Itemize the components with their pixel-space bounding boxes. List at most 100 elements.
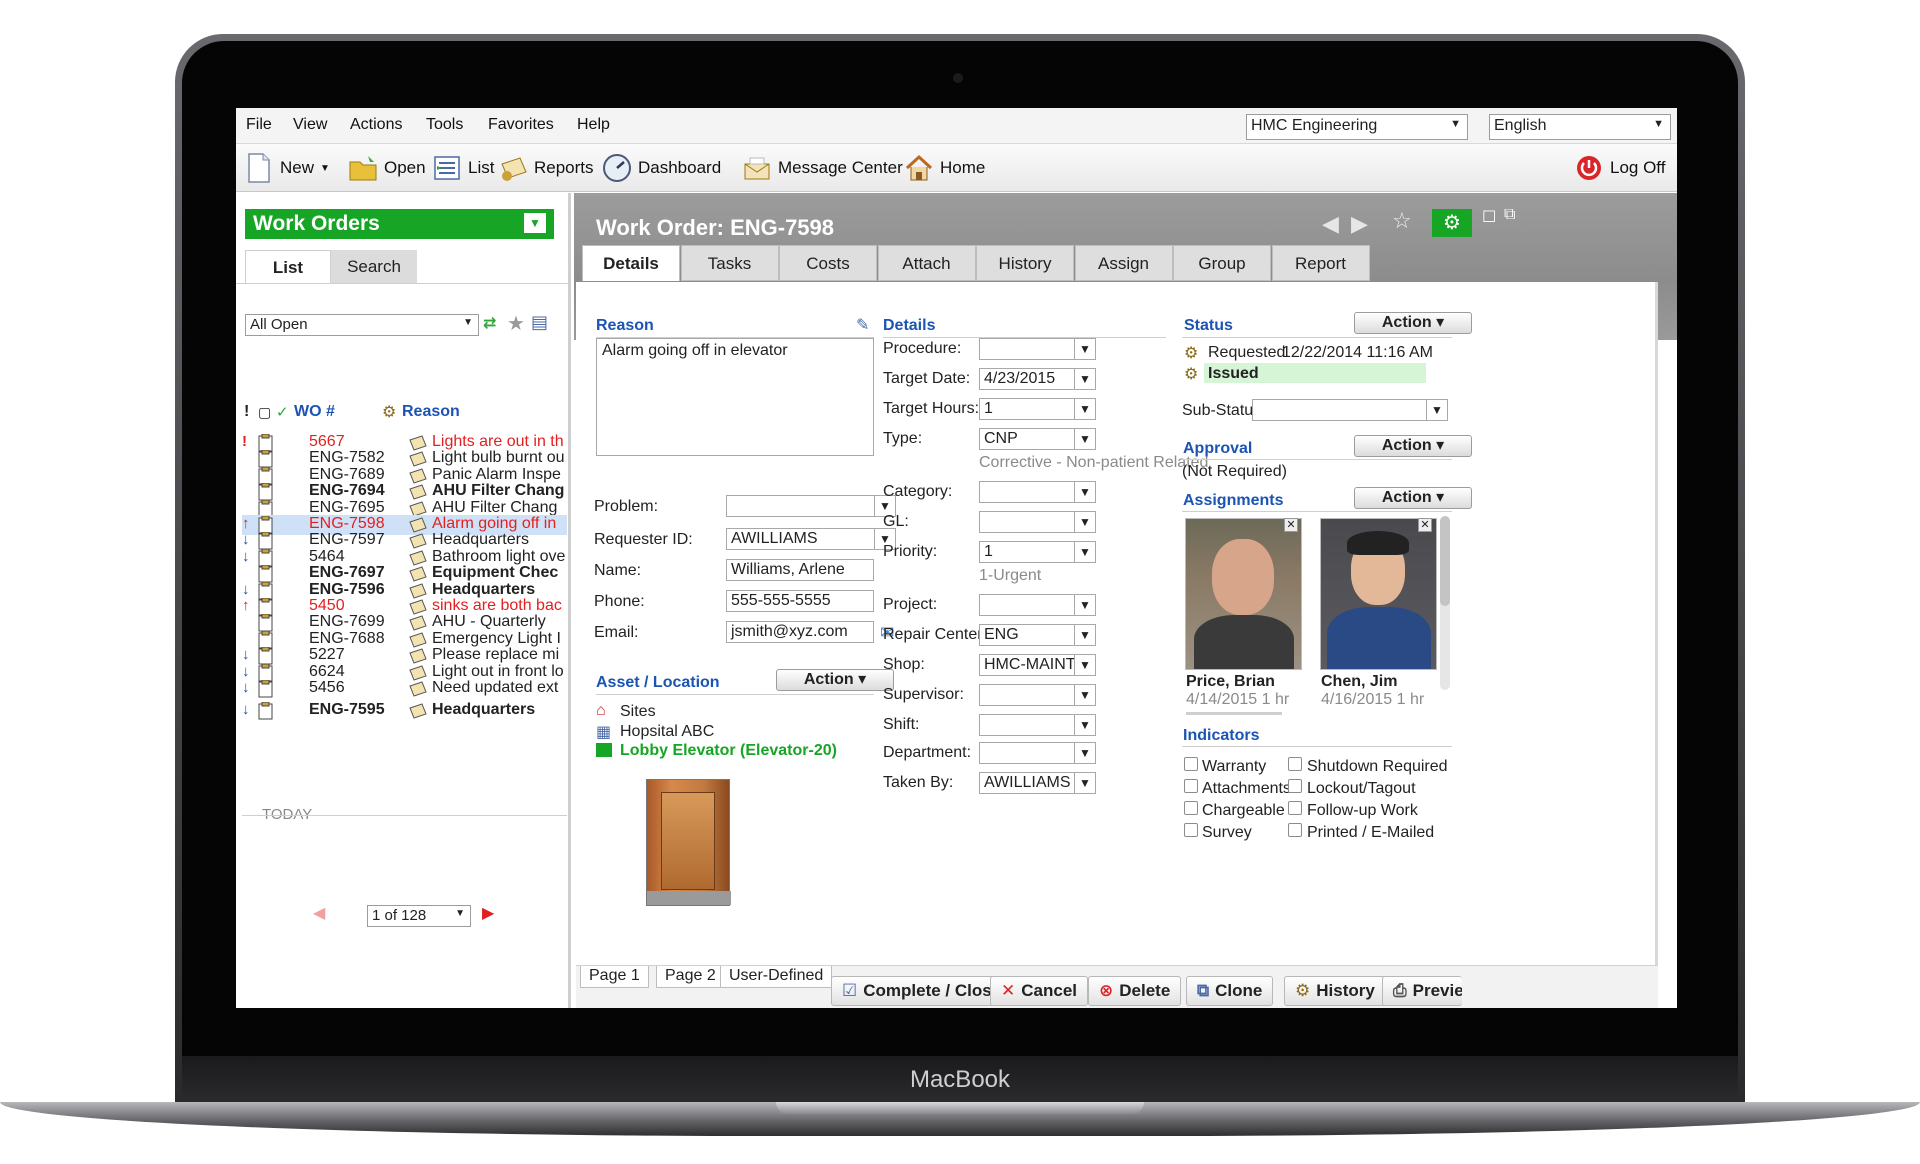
message-center-button[interactable]: Message Center (742, 152, 903, 184)
page-tab-2[interactable]: Page 2 (656, 966, 725, 988)
filter-icon[interactable]: ▤ (531, 312, 548, 333)
complete-close-button[interactable]: ☑ Complete / Close (831, 976, 1013, 1006)
department-input[interactable] (979, 742, 1075, 764)
popout-icon[interactable]: ⧉ (1504, 206, 1515, 224)
priority-input[interactable]: 1 (979, 541, 1075, 563)
maximize-icon[interactable]: ☐ (1482, 207, 1496, 227)
preview-button[interactable]: ⎙ Previe (1382, 976, 1462, 1006)
assignee-photo-jim[interactable] (1320, 518, 1437, 670)
chevron-down-icon[interactable]: ▼ (1074, 338, 1096, 360)
work-orders-header[interactable]: Work Orders ▼ (245, 209, 554, 239)
gl-input[interactable] (979, 511, 1075, 533)
refresh-icon[interactable]: ⇄ (483, 313, 496, 333)
shift-input[interactable] (979, 714, 1075, 736)
repair-center-input[interactable]: ENG (979, 624, 1075, 646)
phone-input[interactable]: 555-555-5555 (726, 590, 874, 612)
tab-tasks[interactable]: Tasks (680, 245, 779, 281)
indicator-checkbox[interactable] (1184, 779, 1198, 793)
assignee-photo-brian[interactable] (1185, 518, 1302, 670)
indicator-checkbox[interactable] (1288, 779, 1302, 793)
chevron-down-icon[interactable]: ▼ (1074, 398, 1096, 420)
reports-button[interactable]: Reports (498, 152, 594, 184)
indicator-checkbox[interactable] (1288, 757, 1302, 771)
site-label[interactable]: Hopsital ABC (620, 723, 714, 741)
tab-assign[interactable]: Assign (1074, 245, 1173, 281)
list-filter-select[interactable]: All Open ▼ (245, 314, 479, 336)
tab-costs[interactable]: Costs (779, 245, 877, 281)
indicator-checkbox[interactable] (1184, 801, 1198, 815)
approval-action-button[interactable]: Action ▾ (1354, 435, 1472, 457)
category-input[interactable] (979, 481, 1075, 503)
chevron-down-icon[interactable]: ▼ (524, 213, 546, 233)
indicator-checkbox[interactable] (1288, 801, 1302, 815)
sites-label[interactable]: Sites (620, 703, 656, 721)
home-button[interactable]: Home (904, 152, 985, 184)
delete-button[interactable]: ⊗ Delete (1088, 976, 1182, 1006)
work-order-row[interactable]: ↓ 5456 Need updated ext (242, 679, 567, 699)
chevron-down-icon[interactable]: ▼ (1074, 481, 1096, 503)
chevron-down-icon[interactable]: ▼ (1074, 368, 1096, 390)
open-button[interactable]: Open (348, 152, 426, 184)
previous-record-icon[interactable]: ◀ (1322, 211, 1339, 237)
chevron-down-icon[interactable]: ▼ (1074, 772, 1096, 794)
clone-button[interactable]: ⧉ Clone (1186, 976, 1274, 1006)
shop-input[interactable]: HMC-MAINT-SH (979, 654, 1075, 676)
menu-tools[interactable]: Tools (426, 116, 463, 134)
reason-textarea[interactable]: Alarm going off in elevator (596, 338, 874, 456)
type-input[interactable]: CNP (979, 428, 1075, 450)
tab-list[interactable]: List (245, 250, 331, 284)
chevron-down-icon[interactable]: ▼ (1074, 742, 1096, 764)
tab-history[interactable]: History (976, 245, 1074, 281)
menu-favorites[interactable]: Favorites (488, 116, 554, 134)
settings-gear-icon[interactable]: ⚙ (1432, 209, 1472, 237)
chevron-down-icon[interactable]: ▼ (1074, 684, 1096, 706)
spell-check-icon[interactable]: ✎ (856, 315, 869, 335)
company-select[interactable]: HMC Engineering ▼ (1246, 114, 1468, 140)
project-input[interactable] (979, 594, 1075, 616)
chevron-down-icon[interactable]: ▼ (1074, 541, 1096, 563)
work-order-row[interactable]: ↓ ENG-7595 Headquarters (242, 701, 567, 721)
target-hours-input[interactable]: 1 (979, 398, 1075, 420)
tab-details[interactable]: Details (582, 245, 680, 281)
menu-view[interactable]: View (293, 116, 327, 134)
chevron-down-icon[interactable]: ▼ (1074, 654, 1096, 676)
logoff-button[interactable]: Log Off (1574, 152, 1665, 184)
name-input[interactable]: Williams, Arlene (726, 559, 874, 581)
favorite-star-icon[interactable]: ☆ (1392, 208, 1412, 234)
page-select[interactable]: 1 of 128 ▼ (367, 905, 471, 927)
tab-group[interactable]: Group (1173, 245, 1271, 281)
next-page-icon[interactable]: ▶ (482, 903, 494, 923)
next-record-icon[interactable]: ▶ (1351, 211, 1368, 237)
target-date-input[interactable]: 4/23/2015 (979, 368, 1075, 390)
indicator-checkbox[interactable] (1288, 823, 1302, 837)
column-reason[interactable]: Reason (402, 403, 460, 421)
chevron-down-icon[interactable]: ▼ (1074, 428, 1096, 450)
menu-file[interactable]: File (246, 116, 272, 134)
indicator-checkbox[interactable] (1184, 757, 1198, 771)
chevron-down-icon[interactable]: ▼ (1426, 399, 1448, 421)
page-tab-1[interactable]: Page 1 (580, 966, 649, 988)
column-wo-number[interactable]: WO # (294, 403, 335, 421)
page-tab-user-defined[interactable]: User-Defined (720, 966, 833, 988)
taken-by-input[interactable]: AWILLIAMS (979, 772, 1075, 794)
problem-input[interactable] (726, 495, 896, 517)
cancel-button[interactable]: ✕ Cancel (990, 976, 1088, 1006)
asset-action-button[interactable]: Action ▾ (776, 669, 894, 691)
assignments-scrollbar[interactable] (1440, 516, 1450, 690)
menu-actions[interactable]: Actions (350, 116, 402, 134)
status-action-button[interactable]: Action ▾ (1354, 312, 1472, 334)
menu-help[interactable]: Help (577, 116, 610, 134)
chevron-down-icon[interactable]: ▼ (1074, 714, 1096, 736)
remove-assignee-icon[interactable]: ✕ (1418, 518, 1432, 532)
substatus-input[interactable] (1252, 399, 1432, 421)
new-button[interactable]: New ▼ (244, 152, 330, 184)
chevron-down-icon[interactable]: ▼ (1074, 511, 1096, 533)
indicator-checkbox[interactable] (1184, 823, 1198, 837)
tab-attach[interactable]: Attach (877, 245, 976, 281)
chevron-down-icon[interactable]: ▼ (1074, 594, 1096, 616)
dashboard-button[interactable]: Dashboard (602, 152, 721, 184)
remove-assignee-icon[interactable]: ✕ (1284, 518, 1298, 532)
list-button[interactable]: List (432, 152, 494, 184)
email-input[interactable]: jsmith@xyz.com (726, 621, 874, 643)
procedure-input[interactable] (979, 338, 1075, 360)
